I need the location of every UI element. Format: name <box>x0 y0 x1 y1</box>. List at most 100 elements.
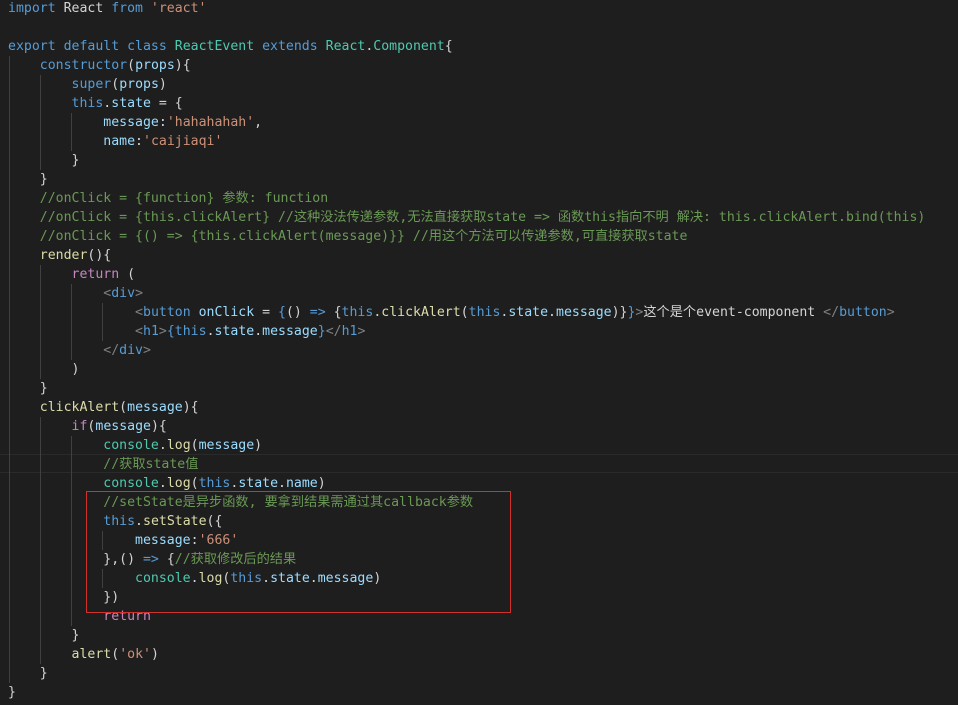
code-token: this <box>468 305 501 320</box>
code-token: from <box>111 1 151 16</box>
code-line[interactable]: } <box>8 379 48 398</box>
code-line[interactable]: </div> <box>8 341 151 360</box>
code-token: => <box>309 305 326 320</box>
code-token: = { <box>150 96 183 111</box>
code-token: ( <box>111 77 120 92</box>
code-line[interactable]: } <box>8 664 48 683</box>
code-line[interactable]: <button onClick = {() => {this.clickAler… <box>8 303 895 322</box>
code-line[interactable]: ) <box>8 360 80 379</box>
code-token: ( <box>119 400 128 415</box>
code-line[interactable]: //onClick = {() => {this.clickAlert(mess… <box>8 227 688 246</box>
code-token: React <box>325 39 366 54</box>
code-line[interactable]: super(props) <box>8 75 167 94</box>
code-token: clickAlert <box>39 400 120 415</box>
code-token: button <box>143 305 199 320</box>
code-token: } <box>8 153 80 168</box>
code-token: < <box>135 324 143 339</box>
code-line[interactable]: name:'caijiaqi' <box>8 132 222 151</box>
code-token: } <box>317 324 326 339</box>
code-token: log <box>166 438 191 453</box>
code-line[interactable]: } <box>8 626 80 645</box>
code-token: { <box>277 305 286 320</box>
code-token: console <box>103 476 159 491</box>
code-line[interactable]: import React from 'react' <box>8 0 207 18</box>
code-line[interactable]: return ( <box>8 265 136 284</box>
code-token: 'hahahahah' <box>166 115 255 130</box>
code-token: ( <box>190 438 199 453</box>
code-line[interactable]: } <box>8 683 16 702</box>
code-line[interactable]: export default class ReactEvent extends … <box>8 37 453 56</box>
code-token: message <box>95 419 151 434</box>
code-token: > <box>886 305 895 320</box>
code-token: //onClick = {function} 参数: function <box>39 191 329 206</box>
code-token: { <box>166 324 175 339</box>
code-token: ( <box>111 647 120 662</box>
code-token: (){ <box>87 248 112 263</box>
code-line[interactable]: clickAlert(message){ <box>8 398 199 417</box>
code-token: name <box>103 134 136 149</box>
code-token: extends <box>262 39 326 54</box>
annotation-box <box>86 491 511 613</box>
code-token: message <box>556 305 612 320</box>
code-token: > <box>143 343 151 358</box>
code-line[interactable]: } <box>8 151 80 170</box>
code-line[interactable]: } <box>8 170 48 189</box>
code-line[interactable]: message:'hahahahah', <box>8 113 262 132</box>
code-token: } <box>8 666 48 681</box>
code-line[interactable]: //获取state值 <box>8 455 198 474</box>
code-line[interactable]: //onClick = {function} 参数: function <box>8 189 328 208</box>
code-token: ) <box>254 438 263 453</box>
code-token: name <box>285 476 318 491</box>
code-token: . <box>254 324 263 339</box>
code-token: () <box>285 305 310 320</box>
code-line[interactable]: render(){ <box>8 246 111 265</box>
code-token: message <box>198 438 255 453</box>
code-token: ( <box>460 305 469 320</box>
code-line[interactable]: <h1>{this.state.message}</h1> <box>8 322 365 341</box>
code-token: ){ <box>182 400 199 415</box>
code-token: import <box>8 1 64 16</box>
code-token: . <box>206 324 215 339</box>
code-line[interactable]: this.state = { <box>8 94 183 113</box>
code-token: h1 <box>341 324 358 339</box>
code-token: > <box>135 286 144 301</box>
code-line[interactable]: //onClick = {this.clickAlert} //这种没法传递参数… <box>8 208 926 227</box>
code-token: ) <box>150 647 159 662</box>
code-line[interactable]: <div> <box>8 284 143 303</box>
code-token: . <box>158 438 167 453</box>
code-token: super <box>71 77 112 92</box>
code-token: //onClick = {this.clickAlert} //这种没法传递参数… <box>39 210 926 225</box>
code-token: onClick <box>198 305 255 320</box>
code-editor[interactable]: import React from 'react' export default … <box>0 0 958 705</box>
code-token: alert <box>71 647 112 662</box>
code-token: state <box>214 324 255 339</box>
code-line[interactable]: if(message){ <box>8 417 167 436</box>
code-line[interactable]: alert('ok') <box>8 645 159 664</box>
code-token: </ <box>823 305 840 320</box>
code-line[interactable]: constructor(props){ <box>8 56 191 75</box>
code-token: h1 <box>143 324 159 339</box>
code-token: state <box>238 476 279 491</box>
code-token: log <box>166 476 191 491</box>
code-token: //获取state值 <box>103 457 199 472</box>
code-token: return <box>71 267 120 282</box>
code-token: ) <box>158 77 167 92</box>
code-token: if <box>71 419 88 434</box>
code-token: < <box>135 305 143 320</box>
code-line[interactable]: console.log(message) <box>8 436 262 455</box>
code-token: } <box>8 685 16 700</box>
code-token: { <box>444 39 453 54</box>
code-token: render <box>39 248 88 263</box>
code-token: this <box>71 96 104 111</box>
